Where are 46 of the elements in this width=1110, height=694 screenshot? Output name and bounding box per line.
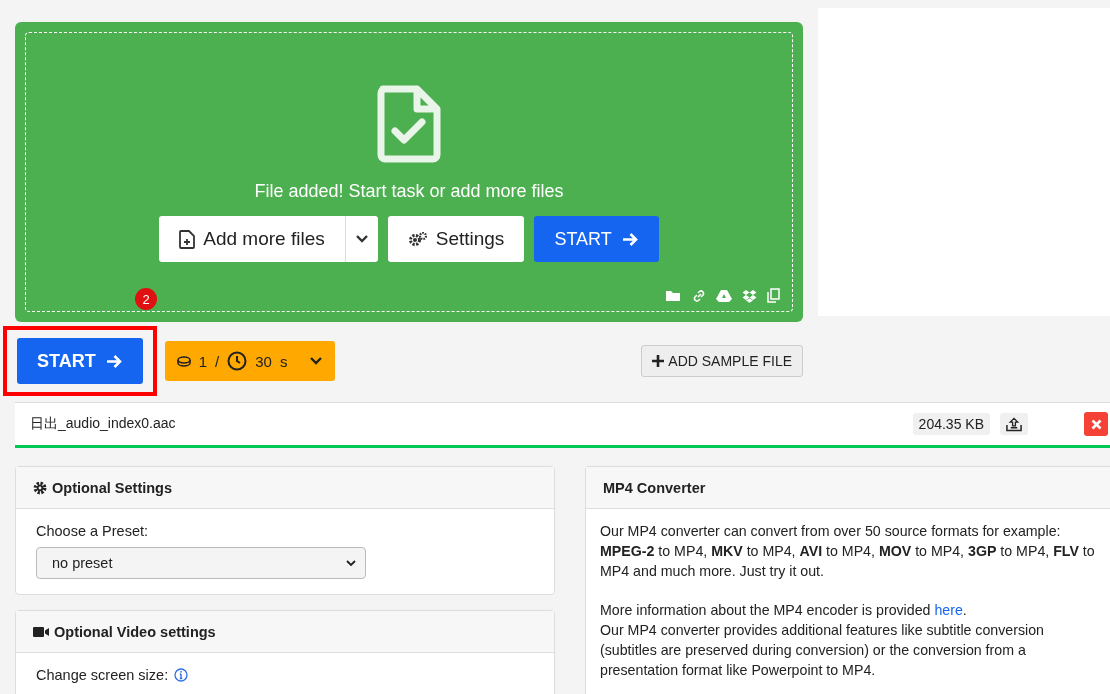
card-title: Optional Video settings — [54, 623, 216, 640]
card-title: Optional Settings — [52, 479, 173, 496]
gear-icon — [33, 480, 47, 495]
video-camera-icon — [33, 625, 49, 638]
here-link[interactable]: here — [934, 602, 963, 618]
tray-upload-icon — [1006, 416, 1022, 432]
start-button[interactable]: START — [17, 338, 143, 384]
copy-icon[interactable] — [767, 288, 780, 303]
info-paragraph: More information about the MP4 encoder is provided here. Our MP4 converter provides additional features like subtitle conversion (subtitles are preserved during conversion) or the conversion from a presentation format like Powerpoint to MP4. — [600, 601, 1045, 680]
duration: 30 — [255, 352, 272, 370]
upload-button[interactable] — [1000, 413, 1028, 435]
remove-button[interactable] — [1084, 412, 1108, 436]
close-icon — [1090, 418, 1102, 430]
box-icon[interactable] — [742, 288, 757, 303]
file-size: 204.35 KB — [912, 413, 990, 435]
duration-unit: s — [279, 352, 288, 370]
credits-button[interactable]: 1 / 30 s — [164, 341, 336, 381]
chevron-down-icon — [309, 356, 324, 366]
clock-icon — [227, 351, 248, 371]
arrow-right-icon — [105, 353, 123, 369]
folder-icon[interactable] — [665, 289, 682, 302]
info-icon[interactable] — [174, 668, 189, 682]
gears-icon — [407, 231, 428, 247]
separator: / — [215, 352, 220, 370]
settings-button[interactable]: Settings — [387, 216, 525, 262]
file-name: 日出_audio_index0.aac — [30, 415, 176, 433]
dropdown-button[interactable] — [345, 216, 378, 262]
preset-label: Choose a Preset: — [36, 523, 150, 539]
add-files-button[interactable]: Add more files — [159, 216, 346, 262]
triangle-icon[interactable] — [716, 288, 732, 303]
preset-select[interactable]: no preset — [36, 547, 366, 579]
screen-size-label: Change screen size: — [36, 667, 169, 683]
card-title: MP4 Converter — [603, 479, 706, 496]
start-button[interactable]: START — [534, 216, 659, 262]
chevron-down-icon — [346, 559, 356, 567]
plus-icon — [652, 355, 665, 367]
chevron-down-icon — [354, 234, 369, 244]
credit-count: 1 — [198, 352, 207, 370]
arrow-right-icon — [621, 231, 639, 247]
upload-message: File added! Start task or add more files — [254, 181, 564, 202]
coin-icon — [176, 355, 191, 367]
link-icon[interactable] — [692, 288, 706, 303]
add-sample-button[interactable]: ADD SAMPLE FILE — [641, 345, 803, 377]
file-plus-icon — [179, 229, 196, 249]
intro-paragraph: Our MP4 converter can convert from over 50 source formats for example: MPEG-2 to MP4, MKV to MP4, AVI to MP4, MOV to MP4, 3GP to MP4, FLV to MP4 and much more. Just try it out. — [600, 522, 1096, 581]
file-check-icon — [377, 85, 441, 163]
